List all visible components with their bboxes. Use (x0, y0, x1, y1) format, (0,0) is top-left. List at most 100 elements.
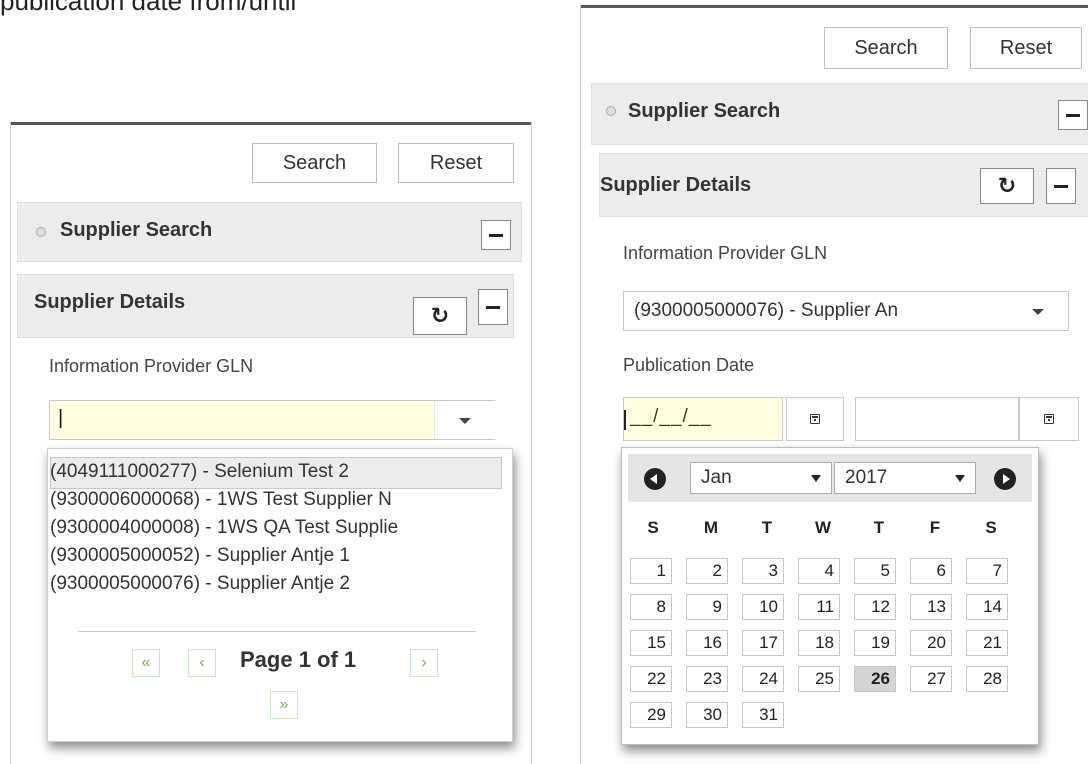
next-month-button[interactable] (994, 468, 1016, 490)
reset-section-button[interactable]: ↻ (980, 168, 1034, 204)
last-page-button[interactable]: » (270, 691, 298, 719)
month-value: Jan (701, 467, 732, 488)
day-cell[interactable]: 31 (742, 702, 784, 728)
day-cell[interactable]: 1 (630, 558, 672, 584)
day-cell[interactable]: 15 (630, 630, 672, 656)
day-cell[interactable]: 30 (686, 702, 728, 728)
weekday-label: S (985, 518, 997, 537)
date-from-input[interactable]: __/__/__ (623, 397, 783, 441)
minus-icon (486, 306, 500, 309)
collapse-supplier-search-button[interactable] (481, 220, 511, 250)
day-cell[interactable]: 13 (910, 594, 952, 620)
top-rule (581, 5, 1088, 8)
date-from-calendar-button[interactable] (786, 397, 844, 441)
day-cell[interactable]: 14 (966, 594, 1008, 620)
calendar-icon (810, 414, 820, 424)
day-cell[interactable]: 17 (742, 630, 784, 656)
gln-combobox[interactable]: | (49, 400, 495, 440)
gln-select[interactable]: (9300005000076) - Supplier An (623, 291, 1069, 331)
supplier-details-header[interactable]: Supplier Details ↻ (17, 274, 514, 338)
supplier-details-title: Supplier Details (34, 291, 186, 313)
cropped-heading-text: publication date from/until (0, 0, 297, 16)
day-cell[interactable]: 6 (910, 558, 952, 584)
gln-input-text[interactable]: | (58, 407, 63, 430)
day-cell[interactable]: 7 (966, 558, 1008, 584)
day-cell[interactable]: 21 (966, 630, 1008, 656)
page-indicator: Page 1 of 1 (240, 647, 357, 672)
first-page-button[interactable]: « (132, 649, 160, 677)
day-cell[interactable]: 10 (742, 594, 784, 620)
reset-button[interactable]: Reset (970, 27, 1082, 69)
day-cell[interactable]: 8 (630, 594, 672, 620)
caret-down-icon (955, 475, 965, 482)
collapse-supplier-search-button[interactable] (1058, 100, 1088, 130)
gln-dropdown-list: (4049111000277) - Selenium Test 2 (93000… (47, 448, 513, 742)
right-panel: Search Reset Supplier Search Supplier De… (580, 5, 1088, 764)
gln-option[interactable]: (9300006000068) - 1WS Test Supplier N (48, 489, 508, 511)
day-cell[interactable]: 2 (686, 558, 728, 584)
datepicker-popup: Jan 2017 S M T W T F S 1 2 3 4 5 6 7 8 9 10 11 12 13… (621, 447, 1039, 745)
circle-left-icon (650, 474, 657, 484)
weekday-label: S (647, 518, 659, 537)
day-cell[interactable]: 23 (686, 666, 728, 692)
search-button[interactable]: Search (252, 143, 377, 183)
calendar-icon (1044, 414, 1054, 424)
date-until-input[interactable] (855, 397, 1019, 441)
left-panel: Search Reset Supplier Search Supplier De… (10, 122, 532, 764)
day-cell[interactable]: 26 (854, 666, 896, 692)
day-cell[interactable]: 18 (798, 630, 840, 656)
weekday-label: T (873, 518, 885, 537)
publication-date-label: Publication Date (623, 355, 755, 375)
day-cell[interactable]: 29 (630, 702, 672, 728)
supplier-details-header[interactable]: Supplier Details ↻ (599, 153, 1088, 217)
minus-icon (1066, 114, 1080, 117)
next-page-button[interactable]: › (410, 649, 438, 677)
day-cell[interactable]: 25 (798, 666, 840, 692)
gln-label: Information Provider GLN (623, 243, 828, 263)
weekday-label: M (703, 518, 719, 537)
weekday-label: F (929, 518, 941, 537)
supplier-search-title: Supplier Search (628, 100, 781, 122)
day-cell[interactable]: 16 (686, 630, 728, 656)
gln-option[interactable]: (4049111000277) - Selenium Test 2 (48, 461, 508, 483)
search-button[interactable]: Search (824, 27, 948, 69)
year-value: 2017 (845, 467, 888, 488)
day-cell[interactable]: 20 (910, 630, 952, 656)
collapse-supplier-details-button[interactable] (1046, 168, 1076, 204)
day-cell[interactable]: 3 (742, 558, 784, 584)
supplier-search-title: Supplier Search (60, 219, 213, 241)
day-cell[interactable]: 27 (910, 666, 952, 692)
gln-option[interactable]: (9300005000076) - Supplier Antje 2 (48, 573, 508, 595)
date-until-calendar-button[interactable] (1019, 397, 1079, 441)
day-cell[interactable]: 4 (798, 558, 840, 584)
weekday-label: W (814, 518, 832, 537)
prev-month-button[interactable] (644, 468, 666, 490)
minus-icon (489, 234, 503, 237)
supplier-search-header[interactable]: Supplier Search (17, 202, 522, 262)
top-rule (11, 122, 531, 125)
supplier-details-title: Supplier Details (600, 174, 752, 196)
day-cell[interactable]: 5 (854, 558, 896, 584)
day-cell[interactable]: 28 (966, 666, 1008, 692)
day-cell[interactable]: 9 (686, 594, 728, 620)
day-cell[interactable]: 12 (854, 594, 896, 620)
day-cell[interactable]: 22 (630, 666, 672, 692)
prev-page-button[interactable]: ‹ (188, 649, 216, 677)
gln-dropdown-toggle[interactable] (434, 401, 495, 439)
weekday-label: T (761, 518, 773, 537)
text-cursor (624, 410, 626, 430)
date-from-mask: __/__/__ (630, 406, 712, 427)
reset-button[interactable]: Reset (398, 143, 514, 183)
gln-option[interactable]: (9300005000052) - Supplier Antje 1 (48, 545, 508, 567)
month-select[interactable]: Jan (690, 462, 832, 494)
day-cell[interactable]: 24 (742, 666, 784, 692)
year-select[interactable]: 2017 (834, 462, 976, 494)
day-cell[interactable]: 11 (798, 594, 840, 620)
collapse-supplier-details-button[interactable] (478, 289, 508, 325)
reset-section-button[interactable]: ↻ (413, 297, 467, 335)
gln-label: Information Provider GLN (49, 356, 254, 376)
supplier-search-header[interactable]: Supplier Search (591, 83, 1088, 145)
day-cell[interactable]: 19 (854, 630, 896, 656)
gln-selected-value: (9300005000076) - Supplier An (634, 300, 899, 321)
gln-option[interactable]: (9300004000008) - 1WS QA Test Supplie (48, 517, 508, 539)
